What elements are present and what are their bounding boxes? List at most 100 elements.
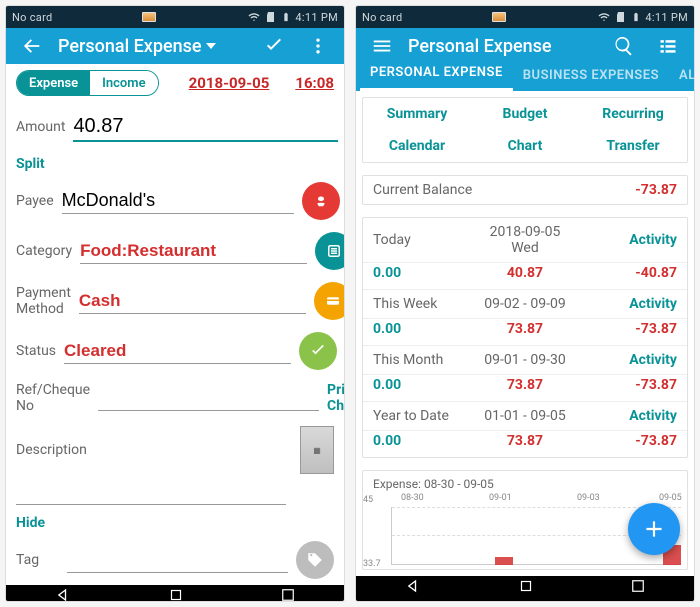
description-label: Description (16, 442, 96, 458)
sub-tabs-card: Summary Budget Recurring Calendar Chart … (362, 97, 688, 163)
sim-card-icon (492, 12, 506, 22)
activity-link[interactable]: Activity (576, 296, 677, 312)
system-navbar (6, 585, 344, 601)
nav-recent[interactable] (279, 586, 297, 601)
activity-link[interactable]: Activity (576, 408, 677, 424)
tag-picker-button[interactable] (296, 541, 334, 579)
menu-button[interactable] (364, 28, 400, 64)
category-label: Category (16, 243, 72, 259)
subtab-transfer[interactable]: Transfer (579, 130, 687, 162)
no-card-label: No card (362, 11, 403, 24)
balance-label: Current Balance (373, 182, 525, 198)
period-expense: 73.87 (474, 377, 575, 393)
hide-link[interactable]: Hide (6, 511, 344, 535)
statusbar: No card 4:11 PM (356, 6, 694, 28)
tag-input[interactable] (67, 548, 288, 573)
overflow-menu-button[interactable] (300, 28, 336, 64)
wifi-icon (247, 11, 261, 23)
period-range: 01-01 - 09-05 (474, 408, 575, 424)
tab-business-expenses[interactable]: BUSINESS EXPENSES (513, 68, 669, 91)
bar-09-01 (495, 557, 513, 565)
category-input[interactable] (80, 239, 307, 264)
amount-label: Amount (16, 119, 65, 135)
tag-label: Tag (16, 552, 59, 568)
transaction-type-toggle[interactable]: Expense Income (16, 70, 159, 96)
search-button[interactable] (606, 28, 642, 64)
wifi-icon (597, 11, 611, 23)
payee-picker-button[interactable] (302, 182, 340, 220)
battery-icon (281, 10, 291, 24)
tab-all[interactable]: AL (669, 68, 694, 91)
y-tick-bottom: 33.7 (363, 559, 381, 569)
payment-method-label: Payment Method (16, 285, 71, 317)
account-dropdown[interactable]: Personal Expense (58, 36, 248, 57)
phone-left-edit-expense: No card 4:11 PM Personal Expense Expense… (6, 6, 344, 601)
x-tick-0905: 09-05 (659, 493, 682, 503)
clock-time: 4:11 PM (295, 11, 338, 24)
time-picker[interactable]: 16:08 (295, 74, 334, 92)
period-net: -73.87 (576, 321, 677, 337)
split-link[interactable]: Split (6, 152, 344, 176)
period-title: This Week (373, 296, 474, 312)
no-card-label: No card (12, 11, 53, 24)
activity-link[interactable]: Activity (576, 232, 677, 248)
description-input[interactable] (16, 480, 286, 505)
nav-back[interactable] (53, 585, 73, 601)
save-button[interactable] (256, 28, 292, 64)
status-input[interactable] (64, 339, 291, 364)
period-expense: 73.87 (474, 433, 575, 449)
battery-icon (631, 10, 641, 24)
activity-link[interactable]: Activity (576, 352, 677, 368)
system-navbar (356, 576, 694, 601)
period-income: 0.00 (373, 377, 474, 393)
add-transaction-fab[interactable] (628, 503, 680, 555)
ref-input[interactable] (98, 386, 319, 411)
payment-method-picker-button[interactable] (314, 282, 344, 320)
period-net: -73.87 (576, 377, 677, 393)
nav-back[interactable] (403, 576, 423, 600)
periods-card: Today2018-09-05 WedActivity0.0040.87-40.… (362, 217, 688, 458)
sim-card-icon (142, 12, 156, 22)
period-expense: 73.87 (474, 321, 575, 337)
subtab-calendar[interactable]: Calendar (363, 130, 471, 162)
nav-home[interactable] (167, 586, 185, 601)
period-net: -40.87 (576, 265, 677, 281)
payee-label: Payee (16, 193, 54, 209)
ref-label: Ref/Cheque No (16, 382, 90, 414)
list-settings-button[interactable] (650, 28, 686, 64)
period-title: This Month (373, 352, 474, 368)
toggle-expense[interactable]: Expense (17, 71, 90, 95)
period-range: 09-01 - 09-30 (474, 352, 575, 368)
subtab-summary[interactable]: Summary (363, 98, 471, 130)
category-picker-button[interactable] (315, 232, 344, 270)
balance-value: -73.87 (525, 182, 677, 198)
nav-home[interactable] (517, 577, 535, 599)
payee-input[interactable] (62, 188, 294, 214)
subtab-budget[interactable]: Budget (471, 98, 579, 130)
receipt-thumbnail[interactable]: ▦ (300, 426, 334, 474)
date-picker[interactable]: 2018-09-05 (189, 74, 270, 92)
y-tick-top: 45 (363, 495, 373, 505)
tab-personal-expense[interactable]: PERSONAL EXPENSE (360, 65, 513, 91)
print-cheque-link[interactable]: Print Cheque (327, 382, 344, 414)
subtab-recurring[interactable]: Recurring (579, 98, 687, 130)
appbar-title: Personal Expense (408, 36, 598, 57)
payment-method-input[interactable] (79, 289, 306, 314)
period-title: Year to Date (373, 408, 474, 424)
status-picker-button[interactable] (299, 332, 337, 370)
period-net: -73.87 (576, 433, 677, 449)
x-tick-0901: 09-01 (489, 493, 512, 503)
x-tick-0903: 09-03 (577, 493, 600, 503)
amount-input[interactable] (73, 113, 338, 142)
back-button[interactable] (14, 28, 50, 64)
period-income: 0.00 (373, 321, 474, 337)
period-range: 2018-09-05 Wed (474, 224, 575, 256)
toggle-income[interactable]: Income (90, 71, 157, 95)
nav-recent[interactable] (629, 577, 647, 599)
sd-alert-icon (615, 10, 627, 24)
phone-right-overview: No card 4:11 PM Personal Expense PERSONA… (356, 6, 694, 601)
sd-alert-icon (265, 10, 277, 24)
period-income: 0.00 (373, 433, 474, 449)
status-label: Status (16, 343, 56, 359)
subtab-chart[interactable]: Chart (471, 130, 579, 162)
